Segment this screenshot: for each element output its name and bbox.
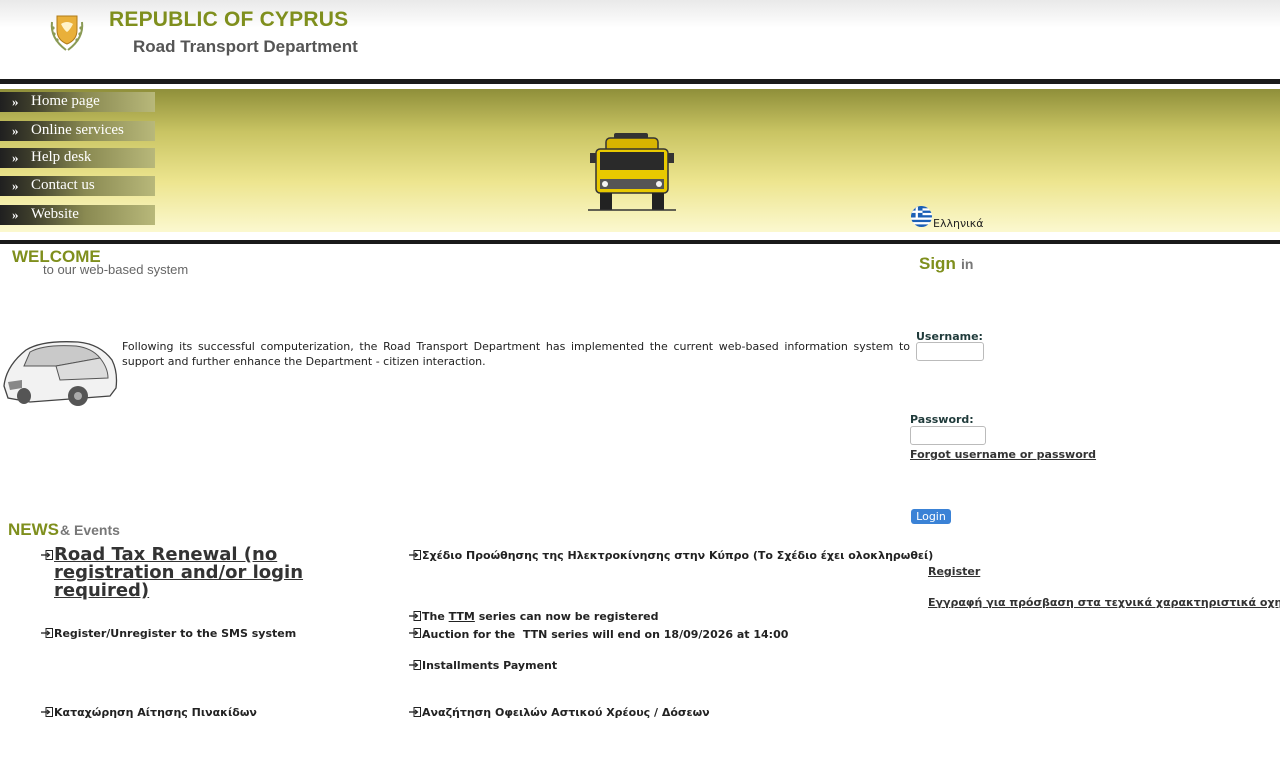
arrow-into-box-icon bbox=[409, 660, 421, 670]
header-divider bbox=[0, 79, 1280, 84]
signin-title: Sign bbox=[919, 254, 956, 273]
nav-label: Help desk bbox=[31, 149, 92, 165]
arrow-into-box-icon bbox=[41, 550, 53, 560]
auction-link[interactable]: Auction for the TTN series will end on 1… bbox=[422, 628, 788, 641]
signin-title-suffix: in bbox=[961, 256, 974, 272]
sms-register-link[interactable]: Register/Unregister to the SMS system bbox=[54, 627, 296, 640]
arrow-into-box-icon bbox=[409, 628, 421, 638]
ttm-prefix: The bbox=[422, 610, 445, 623]
ttm-series-link[interactable]: The TTM series can now be registered bbox=[422, 610, 658, 623]
ev-scheme-link[interactable]: Σχέδιο Προώθησης της Ηλεκτροκίνησης στην… bbox=[422, 549, 933, 562]
installments-payment-link[interactable]: Installments Payment bbox=[422, 659, 557, 672]
banner: » Home page » Online services » Help des… bbox=[0, 89, 1280, 232]
banner-divider bbox=[0, 240, 1280, 244]
username-input[interactable] bbox=[916, 342, 984, 361]
debts-search-link[interactable]: Αναζήτηση Οφειλών Αστικού Χρέους / Δόσεω… bbox=[422, 706, 710, 719]
chevron-right-icon: » bbox=[12, 123, 19, 138]
intro-text: Following its successful computerization… bbox=[122, 340, 910, 368]
login-button[interactable]: Login bbox=[911, 509, 951, 524]
nav-label: Website bbox=[31, 206, 79, 222]
nav-website[interactable]: » Website bbox=[0, 205, 155, 225]
register-link[interactable]: Register bbox=[928, 565, 980, 578]
chevron-right-icon: » bbox=[12, 207, 19, 222]
welcome-subtitle: to our web-based system bbox=[43, 262, 189, 277]
nav-online-services[interactable]: » Online services bbox=[0, 121, 155, 141]
language-link[interactable]: Ελληνικά bbox=[933, 217, 984, 230]
nav-help-desk[interactable]: » Help desk bbox=[0, 148, 155, 168]
password-label: Password: bbox=[910, 413, 974, 426]
nav-home-page[interactable]: » Home page bbox=[0, 92, 155, 112]
chevron-right-icon: » bbox=[12, 150, 19, 165]
nav-label: Online services bbox=[31, 122, 124, 138]
car-illustration bbox=[3, 341, 118, 406]
plates-application-link[interactable]: Καταχώρηση Αίτησης Πινακίδων bbox=[54, 706, 257, 719]
arrow-into-box-icon bbox=[409, 550, 421, 560]
password-input[interactable] bbox=[910, 426, 986, 445]
chevron-right-icon: » bbox=[12, 94, 19, 109]
arrow-into-box-icon bbox=[41, 628, 53, 638]
register-technical-link[interactable]: Εγγραφή για πρόσβαση στα τεχνικά χαρακτη… bbox=[928, 596, 1280, 609]
nav-label: Contact us bbox=[31, 177, 95, 193]
arrow-into-box-icon bbox=[409, 611, 421, 621]
ttm-suffix: series can now be registered bbox=[478, 610, 659, 623]
greek-flag-icon[interactable] bbox=[911, 206, 932, 227]
news-title: NEWS bbox=[8, 520, 59, 539]
cyprus-crest-icon bbox=[50, 15, 84, 51]
bus-icon bbox=[588, 133, 676, 211]
chevron-right-icon: » bbox=[12, 178, 19, 193]
arrow-into-box-icon bbox=[409, 707, 421, 717]
news-title-suffix: & Events bbox=[60, 522, 120, 538]
nav-label: Home page bbox=[31, 93, 100, 109]
nav-contact-us[interactable]: » Contact us bbox=[0, 176, 155, 196]
forgot-password-link[interactable]: Forgot username or password bbox=[910, 448, 1096, 461]
site-title: REPUBLIC OF CYPRUS bbox=[109, 8, 349, 31]
department-title: Road Transport Department bbox=[133, 37, 358, 56]
arrow-into-box-icon bbox=[41, 707, 53, 717]
road-tax-renewal-link[interactable]: Road Tax Renewal (no registration and/or… bbox=[54, 546, 384, 600]
ttm-code[interactable]: TTM bbox=[449, 610, 475, 623]
